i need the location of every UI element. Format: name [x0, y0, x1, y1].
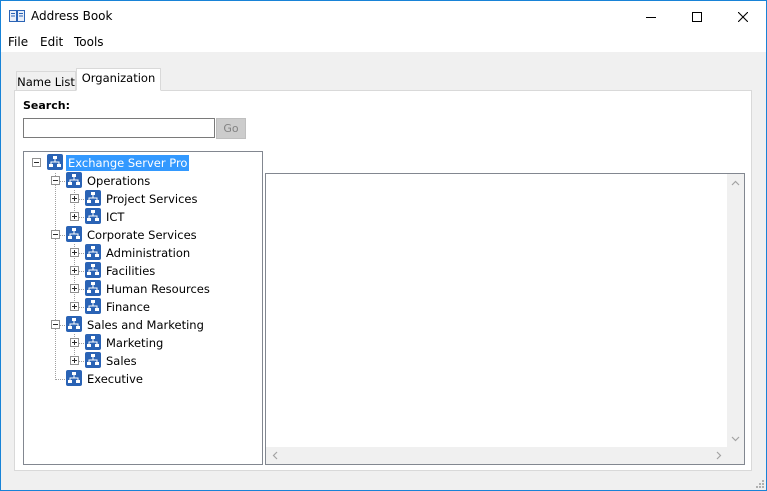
tree-node-sales[interactable]: Sales: [70, 352, 250, 370]
tree-node-administration[interactable]: Administration: [70, 244, 250, 262]
search-input[interactable]: [23, 118, 215, 138]
chevron-up-icon: [731, 180, 740, 185]
tree-node-operations[interactable]: Operations: [51, 172, 231, 190]
address-book-window: Address Book File Edit Tools Name List O…: [0, 0, 767, 491]
tree-label: Corporate Services: [87, 228, 197, 242]
tree-node-executive[interactable]: Executive: [51, 370, 231, 388]
expand-toggle[interactable]: [70, 194, 79, 203]
chevron-left-icon: [272, 451, 277, 460]
close-button[interactable]: [720, 1, 766, 33]
tree-connector: [55, 173, 56, 380]
expand-toggle[interactable]: [70, 266, 79, 275]
tree-label: Administration: [106, 246, 191, 260]
tree-node-ict[interactable]: ICT: [70, 208, 250, 226]
tree-node-finance[interactable]: Finance: [70, 298, 250, 316]
details-pane[interactable]: [265, 173, 745, 465]
tree-label: Sales: [106, 354, 137, 368]
address-book-icon: [9, 10, 25, 22]
org-chart-icon: [66, 370, 82, 386]
resize-grip-icon[interactable]: [754, 478, 764, 488]
menu-file[interactable]: File: [8, 35, 28, 49]
tree-label: Human Resources: [106, 282, 210, 296]
collapse-toggle[interactable]: [32, 158, 41, 167]
expand-toggle[interactable]: [70, 302, 79, 311]
collapse-toggle[interactable]: [51, 320, 60, 329]
chevron-right-icon: [716, 451, 721, 460]
maximize-button[interactable]: [674, 1, 720, 33]
expand-toggle[interactable]: [70, 356, 79, 365]
org-chart-icon: [85, 352, 101, 368]
org-chart-icon: [66, 316, 82, 332]
tree-node-project-services[interactable]: Project Services: [70, 190, 250, 208]
org-chart-icon: [47, 154, 63, 170]
tab-name-list[interactable]: Name List: [16, 71, 76, 91]
expand-toggle[interactable]: [70, 338, 79, 347]
tree-label: Executive: [87, 372, 143, 386]
search-label: Search:: [23, 99, 70, 112]
org-chart-icon: [85, 190, 101, 206]
tree-label: Marketing: [106, 336, 164, 350]
horizontal-scrollbar[interactable]: [266, 447, 727, 464]
scroll-right-button[interactable]: [710, 447, 727, 464]
org-chart-icon: [85, 334, 101, 350]
organization-tree[interactable]: Exchange Server Pro Operations Project S…: [23, 151, 263, 465]
close-icon: [738, 12, 748, 22]
scroll-down-button[interactable]: [727, 430, 744, 447]
tree-label: Finance: [106, 300, 150, 314]
tree-label: Exchange Server Pro: [66, 155, 190, 171]
tree-label: Project Services: [106, 192, 198, 206]
go-button[interactable]: Go: [216, 118, 246, 139]
tree-label: Facilities: [106, 264, 156, 278]
expand-toggle[interactable]: [70, 212, 79, 221]
expand-toggle[interactable]: [70, 284, 79, 293]
collapse-toggle[interactable]: [51, 176, 60, 185]
org-chart-icon: [66, 226, 82, 242]
org-chart-icon: [85, 280, 101, 296]
scroll-up-button[interactable]: [727, 174, 744, 191]
minimize-button[interactable]: [628, 1, 674, 33]
org-chart-icon: [85, 208, 101, 224]
tree-node-facilities[interactable]: Facilities: [70, 262, 250, 280]
vertical-scrollbar[interactable]: [727, 174, 744, 447]
menu-tools[interactable]: Tools: [74, 35, 104, 49]
tree-label: ICT: [106, 210, 125, 224]
org-chart-icon: [85, 244, 101, 260]
org-chart-icon: [85, 298, 101, 314]
tree-node-corporate-services[interactable]: Corporate Services: [51, 226, 231, 244]
collapse-toggle[interactable]: [51, 230, 60, 239]
scrollbar-corner: [727, 447, 744, 464]
menu-edit[interactable]: Edit: [40, 35, 63, 49]
chevron-down-icon: [731, 436, 740, 441]
tree-label: Operations: [87, 174, 151, 188]
tree-node-marketing[interactable]: Marketing: [70, 334, 250, 352]
status-bar: [1, 477, 766, 490]
tree-node-human-resources[interactable]: Human Resources: [70, 280, 250, 298]
tree-node-root[interactable]: Exchange Server Pro: [32, 154, 212, 172]
title-bar[interactable]: Address Book: [1, 1, 766, 33]
maximize-icon: [692, 12, 702, 22]
window-title: Address Book: [31, 9, 113, 23]
tab-organization[interactable]: Organization: [76, 68, 161, 91]
org-chart-icon: [66, 172, 82, 188]
menu-bar: File Edit Tools: [1, 33, 766, 52]
minimize-icon: [646, 17, 656, 18]
tree-node-sales-and-marketing[interactable]: Sales and Marketing: [51, 316, 231, 334]
scroll-left-button[interactable]: [266, 447, 283, 464]
expand-toggle[interactable]: [70, 248, 79, 257]
org-chart-icon: [85, 262, 101, 278]
tree-label: Sales and Marketing: [87, 318, 204, 332]
